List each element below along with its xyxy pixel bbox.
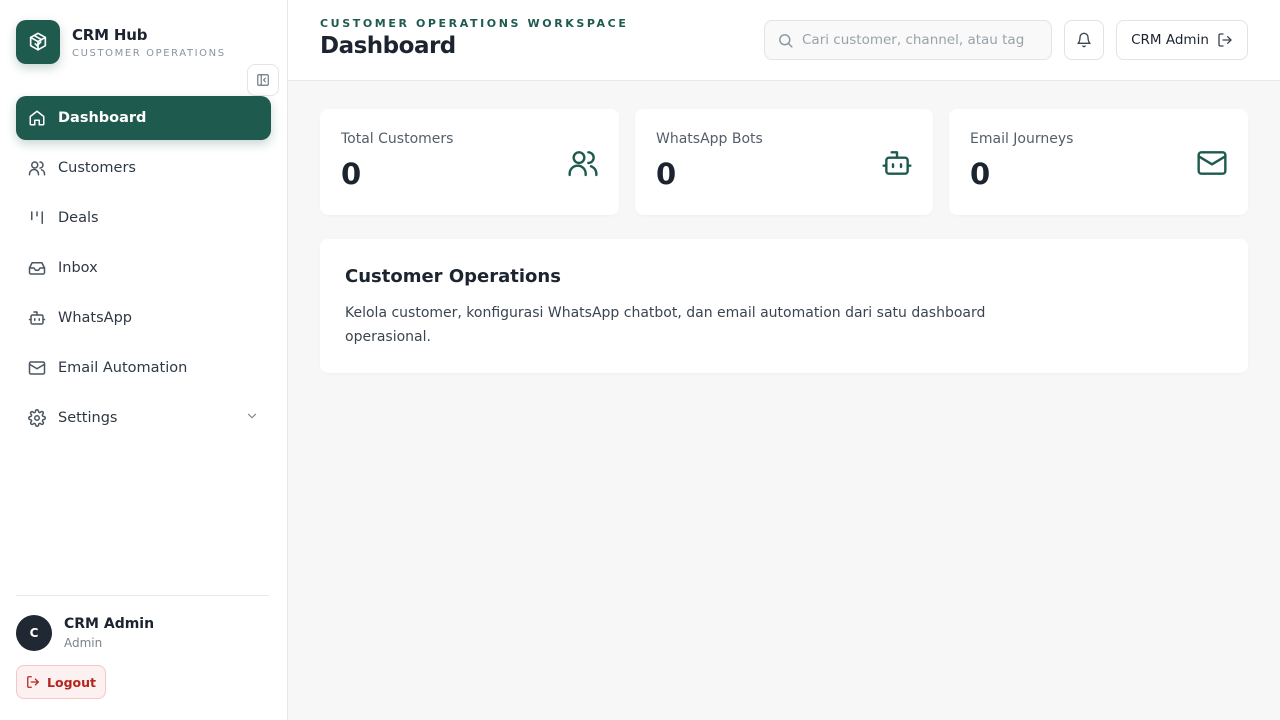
sidebar-nav: Dashboard Customers Deals Inbox WhatsApp… [16, 96, 271, 446]
inbox-icon [28, 259, 46, 277]
sidebar-item-label: Dashboard [58, 110, 147, 126]
sidebar-item-label: Inbox [58, 260, 98, 276]
logout-button[interactable]: Logout [16, 665, 106, 699]
panel-collapse-icon [257, 74, 269, 86]
chevron-down-icon [247, 413, 257, 419]
sidebar-item-deals[interactable]: Deals [16, 196, 271, 240]
mail-icon [1197, 151, 1227, 175]
sidebar-item-whatsapp[interactable]: WhatsApp [16, 296, 271, 340]
stat-value: 0 [341, 157, 362, 191]
search-input[interactable] [802, 32, 1030, 48]
bell-icon [1077, 32, 1091, 48]
home-icon [28, 109, 46, 127]
section-description: Kelola customer, konfigurasi WhatsApp ch… [345, 305, 986, 345]
avatar: C [16, 615, 52, 651]
stat-card-email-journeys: Email Journeys 0 [949, 109, 1248, 215]
stat-card-total-customers: Total Customers 0 [320, 109, 619, 215]
sidebar-item-email-automation[interactable]: Email Automation [16, 346, 271, 390]
sidebar-item-label: Customers [58, 160, 136, 176]
stat-label: WhatsApp Bots [656, 131, 763, 147]
stat-value: 0 [970, 157, 991, 191]
sidebar-footer: C CRM Admin Admin Logout [16, 595, 269, 699]
workspace-eyebrow: CUSTOMER OPERATIONS WORKSPACE [320, 17, 629, 30]
sidebar-item-label: WhatsApp [58, 310, 132, 326]
logout-icon [27, 676, 39, 688]
account-button[interactable]: CRM Admin [1116, 20, 1248, 60]
stat-card-whatsapp-bots: WhatsApp Bots 0 [635, 109, 933, 215]
sidebar-item-label: Settings [58, 410, 118, 426]
user-profile[interactable]: C CRM Admin Admin [16, 615, 269, 651]
sidebar: CRM Hub CUSTOMER OPERATIONS Dashboard Cu… [0, 0, 288, 720]
account-label: CRM Admin [1131, 32, 1209, 48]
users-icon [568, 151, 598, 177]
sidebar-item-dashboard[interactable]: Dashboard [16, 96, 271, 140]
stat-value: 0 [656, 157, 677, 191]
brand-name: CRM Hub [72, 25, 148, 44]
stat-label: Email Journeys [970, 131, 1074, 147]
users-icon [28, 159, 46, 177]
section-title: Customer Operations [345, 266, 561, 287]
gear-icon [28, 409, 46, 427]
top-header: CUSTOMER OPERATIONS WORKSPACE Dashboard … [288, 0, 1280, 81]
user-name: CRM Admin [64, 616, 155, 632]
page-title: Dashboard [320, 33, 456, 59]
brand[interactable]: CRM Hub CUSTOMER OPERATIONS [16, 20, 226, 64]
bot-icon [28, 309, 46, 327]
search-box[interactable] [764, 20, 1052, 60]
stat-label: Total Customers [341, 131, 454, 147]
brand-subtitle: CUSTOMER OPERATIONS [72, 47, 226, 59]
sidebar-item-customers[interactable]: Customers [16, 146, 271, 190]
brand-logo-icon [16, 20, 60, 64]
search-icon [779, 33, 793, 48]
customer-operations-card: Customer Operations Kelola customer, kon… [320, 239, 1248, 373]
notifications-button[interactable] [1064, 20, 1104, 60]
mail-icon [28, 359, 46, 377]
sidebar-item-label: Email Automation [58, 360, 188, 376]
user-role: Admin [64, 636, 103, 650]
sidebar-item-inbox[interactable]: Inbox [16, 246, 271, 290]
collapse-sidebar-button[interactable] [247, 64, 279, 96]
sidebar-item-label: Deals [58, 210, 99, 226]
kanban-icon [28, 209, 46, 227]
logout-icon [1218, 33, 1232, 47]
bot-icon [882, 151, 912, 175]
logout-label: Logout [47, 674, 96, 690]
sidebar-item-settings[interactable]: Settings [16, 396, 271, 440]
